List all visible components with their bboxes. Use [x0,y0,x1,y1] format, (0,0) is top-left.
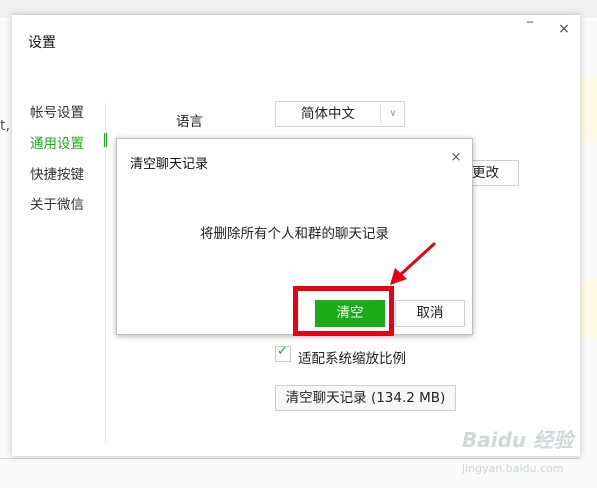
dialog-message: 将删除所有个人和群的聊天记录 [200,226,389,242]
nav-item-account[interactable]: 帐号设置 [30,101,84,121]
checkmark-icon: ✓ [277,344,288,359]
clear-chat-history-button[interactable]: 清空聊天记录 (134.2 MB) [275,385,456,411]
confirm-clear-button[interactable]: 清空 [315,300,385,327]
select-divider [380,105,381,123]
chevron-down-icon[interactable]: ∨ [382,102,404,126]
watermark-url: jingyan.baidu.com [462,462,564,475]
dialog-title: 清空聊天记录 [130,157,209,172]
language-select[interactable]: 简体中文 ∨ [275,101,405,127]
minimize-button[interactable]: ‾ [522,21,538,37]
nav-item-general[interactable]: 通用设置 [30,132,84,152]
close-button[interactable]: × [556,21,572,37]
watermark-logo-text: Baidu 经验 [462,428,574,452]
clear-history-dialog: 清空聊天记录 × 将删除所有个人和群的聊天记录 清空 取消 [116,138,473,336]
background-text-fragment: t, [0,118,10,134]
background-panel [580,278,597,338]
change-button[interactable]: 更改 [466,160,519,186]
language-label: 语言 [176,114,203,130]
baidu-watermark: Baidu 经验 jingyan.baidu.com [462,424,592,484]
background-panel [580,78,597,142]
scale-checkbox-label: 适配系统缩放比例 [298,351,406,367]
cancel-button[interactable]: 取消 [395,300,465,327]
nav-divider [105,103,106,443]
window-title: 设置 [28,35,56,51]
dialog-close-button[interactable]: × [449,151,463,165]
scale-checkbox[interactable]: ✓ [275,344,291,362]
nav-item-about[interactable]: 关于微信 [30,193,84,213]
nav-item-shortcuts[interactable]: 快捷按键 [30,163,84,183]
language-select-value: 简体中文 [301,106,355,122]
